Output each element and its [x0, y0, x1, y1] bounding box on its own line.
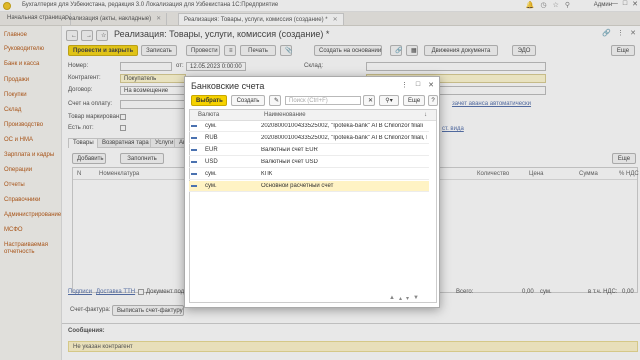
account-icon [191, 149, 197, 151]
sort-down-icon[interactable]: ↓ [424, 112, 427, 118]
row-name: Валютный счет USD [261, 159, 318, 165]
account-icon [191, 173, 197, 175]
select-button[interactable]: Выбрать [191, 95, 227, 106]
clear-search-icon[interactable]: ✕ [363, 95, 375, 106]
search-input[interactable]: Поиск (Ctrl+F) [285, 96, 361, 105]
row-currency: USD [205, 159, 218, 165]
last-page-icon[interactable]: ▼ [413, 295, 419, 302]
create-button[interactable]: Создать [231, 95, 265, 106]
close-icon[interactable]: ✕ [428, 81, 434, 89]
row-currency: сум. [205, 183, 217, 189]
row-name: Основной расчетный счет [261, 183, 334, 189]
list-item[interactable]: RUB 20208000100433525002, "Ipoteka-bank"… [189, 133, 429, 144]
search-options-icon[interactable]: ⚲▾ [379, 95, 399, 106]
row-currency: EUR [205, 147, 218, 153]
list-header: Валюта Наименование ↓ [190, 110, 436, 121]
row-name: 20208000100433525002, "Ipoteka-bank" ATB… [261, 135, 427, 141]
edit-icon[interactable]: ✎ [269, 95, 281, 106]
row-currency: сум. [205, 171, 217, 177]
row-name: Валютный счет EUR [261, 147, 318, 153]
account-icon [191, 185, 197, 187]
account-icon [191, 161, 197, 163]
list-item[interactable]: сум. КПК [189, 169, 429, 180]
page-up-icon[interactable]: ▴ [399, 295, 402, 302]
row-currency: сум. [205, 123, 217, 129]
list-item[interactable]: EUR Валютный счет EUR [189, 145, 429, 156]
row-currency: RUB [205, 135, 218, 141]
list-item-selected[interactable]: сум. Основной расчетный счет [189, 181, 429, 192]
dialog-title: Банковские счета [191, 81, 265, 91]
column-header-name: Наименование [264, 112, 306, 118]
help-button[interactable]: ? [428, 95, 438, 106]
more-icon[interactable]: ⋮ [401, 81, 408, 89]
row-name: 20208000100433525002, "Ipoteka-bank" ATB… [261, 123, 423, 129]
bank-accounts-dialog: Банковские счета ⋮ □ ✕ Выбрать Создать ✎… [184, 76, 440, 308]
column-header-currency: Валюта [198, 112, 220, 118]
dialog-more-button[interactable]: Еще [403, 95, 425, 106]
account-icon [191, 125, 197, 127]
row-name: КПК [261, 171, 273, 177]
list-item[interactable]: сум. 20208000100433525002, "Ipoteka-bank… [189, 121, 429, 132]
account-icon [191, 137, 197, 139]
page-down-icon[interactable]: ▾ [406, 295, 409, 302]
list-item[interactable]: USD Валютный счет USD [189, 157, 429, 168]
first-page-icon[interactable]: ▲ [389, 295, 395, 302]
maximize-icon[interactable]: □ [416, 81, 420, 89]
